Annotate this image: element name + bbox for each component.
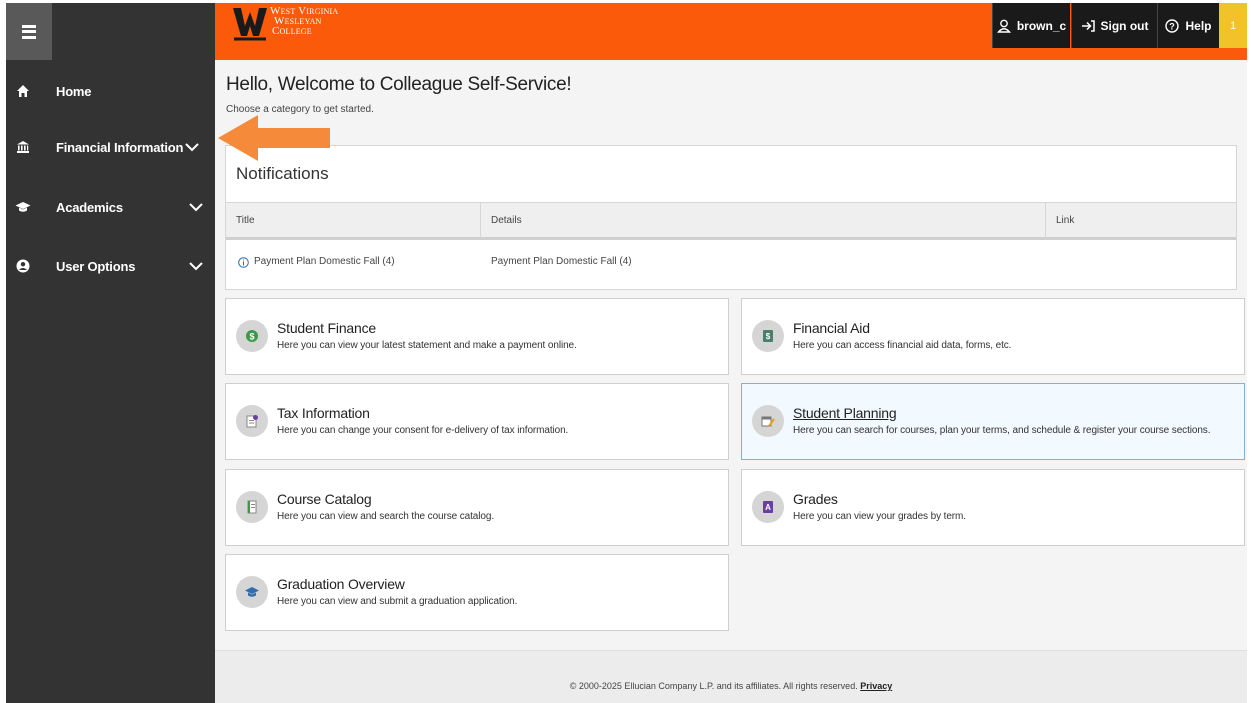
help-button[interactable]: ? Help bbox=[1157, 3, 1219, 48]
financial-aid-icon: $ bbox=[752, 320, 784, 352]
user-outline-icon bbox=[996, 19, 1011, 33]
notification-badge[interactable]: 1 bbox=[1219, 3, 1247, 48]
card-title[interactable]: Student Planning bbox=[793, 405, 897, 421]
user-icon bbox=[15, 258, 31, 274]
card-title: Grades bbox=[793, 491, 838, 507]
card-title: Student Finance bbox=[277, 320, 376, 336]
card-description: Here you can view your latest statement … bbox=[277, 340, 577, 351]
notifications-table-header: Title Details Link bbox=[226, 202, 1236, 240]
notifications-title: Notifications bbox=[236, 164, 329, 183]
column-header-details: Details bbox=[491, 215, 522, 226]
user-menu-button[interactable]: brown_c bbox=[992, 3, 1070, 48]
planning-icon bbox=[752, 405, 784, 437]
college-logo[interactable]: West Virginia Wesleyan College bbox=[232, 6, 338, 52]
help-icon: ? bbox=[1165, 18, 1180, 33]
privacy-link[interactable]: Privacy bbox=[860, 681, 892, 691]
main-content: Hello, Welcome to Colleague Self-Service… bbox=[215, 60, 1247, 703]
sidebar-header bbox=[52, 3, 215, 60]
annotation-arrow-icon bbox=[218, 115, 330, 161]
card-course-catalog[interactable]: Course Catalog Here you can view and sea… bbox=[225, 469, 729, 546]
copyright-text: © 2000-2025 Ellucian Company L.P. and it… bbox=[569, 681, 858, 691]
graduation-cap-icon bbox=[15, 199, 31, 215]
bank-icon bbox=[15, 139, 31, 155]
chevron-down-icon bbox=[189, 203, 203, 212]
money-icon: $ bbox=[236, 320, 268, 352]
svg-text:$: $ bbox=[249, 332, 254, 342]
menu-toggle-button[interactable] bbox=[6, 3, 52, 60]
sign-out-button[interactable]: Sign out bbox=[1071, 3, 1157, 48]
column-header-title: Title bbox=[236, 215, 255, 226]
info-icon bbox=[238, 257, 249, 268]
footer-text: © 2000-2025 Ellucian Company L.P. and it… bbox=[215, 681, 1247, 691]
sign-out-label: Sign out bbox=[1100, 18, 1149, 33]
notification-title-cell[interactable]: Payment Plan Domestic Fall (4) bbox=[254, 256, 395, 267]
notifications-panel: Notifications Title Details Link Payment… bbox=[225, 145, 1237, 290]
card-description: Here you can view your grades by term. bbox=[793, 511, 966, 522]
card-description: Here you can access financial aid data, … bbox=[793, 340, 1012, 351]
user-label: brown_c bbox=[1016, 18, 1067, 33]
sidebar-item-user-options[interactable]: User Options bbox=[6, 246, 215, 286]
sidebar-item-label: Academics bbox=[56, 199, 123, 215]
help-label: Help bbox=[1185, 18, 1212, 33]
app-frame: Home Financial Information Academics Use… bbox=[6, 3, 1247, 703]
graduation-icon bbox=[236, 576, 268, 608]
sidebar-item-label: User Options bbox=[56, 258, 136, 274]
catalog-book-icon bbox=[236, 491, 268, 523]
card-tax-information[interactable]: Tax Information Here you can change your… bbox=[225, 383, 729, 460]
column-header-link: Link bbox=[1056, 215, 1075, 226]
grades-icon: A bbox=[752, 491, 784, 523]
card-title: Graduation Overview bbox=[277, 576, 405, 592]
card-description: Here you can view and submit a graduatio… bbox=[277, 596, 518, 607]
svg-text:$: $ bbox=[766, 332, 771, 341]
wvwc-logo-icon bbox=[233, 8, 267, 41]
card-financial-aid[interactable]: $ Financial Aid Here you can access fina… bbox=[741, 298, 1245, 375]
card-title: Tax Information bbox=[277, 405, 370, 421]
card-student-finance[interactable]: $ Student Finance Here you can view your… bbox=[225, 298, 729, 375]
card-description: Here you can search for courses, plan yo… bbox=[793, 425, 1211, 436]
card-student-planning[interactable]: Student Planning Here you can search for… bbox=[741, 383, 1245, 460]
chevron-down-icon bbox=[189, 262, 203, 271]
card-description: Here you can view and search the course … bbox=[277, 511, 494, 522]
sidebar-item-label: Home bbox=[56, 83, 92, 99]
sidebar-item-home[interactable]: Home bbox=[6, 71, 215, 111]
card-title: Course Catalog bbox=[277, 491, 372, 507]
home-icon bbox=[15, 83, 31, 99]
chevron-down-icon bbox=[185, 143, 199, 152]
card-graduation-overview[interactable]: Graduation Overview Here you can view an… bbox=[225, 554, 729, 631]
top-bar: West Virginia Wesleyan College brown_c S… bbox=[215, 3, 1247, 60]
sidebar-item-label: Financial Information bbox=[56, 139, 184, 155]
card-grades[interactable]: A Grades Here you can view your grades b… bbox=[741, 469, 1245, 546]
tax-document-icon bbox=[236, 405, 268, 437]
svg-text:A: A bbox=[765, 503, 771, 512]
sidebar-item-academics[interactable]: Academics bbox=[6, 187, 215, 227]
footer: © 2000-2025 Ellucian Company L.P. and it… bbox=[215, 650, 1247, 703]
sidebar: Home Financial Information Academics Use… bbox=[6, 3, 215, 703]
notification-details-cell: Payment Plan Domestic Fall (4) bbox=[491, 256, 632, 267]
svg-text:?: ? bbox=[1170, 21, 1176, 31]
table-row[interactable]: Payment Plan Domestic Fall (4) Payment P… bbox=[226, 248, 1236, 278]
sign-out-icon bbox=[1081, 19, 1095, 32]
page-title: Hello, Welcome to Colleague Self-Service… bbox=[226, 74, 572, 95]
logo-text: West Virginia Wesleyan College bbox=[270, 5, 339, 37]
card-description: Here you can change your consent for e-d… bbox=[277, 425, 569, 436]
card-title: Financial Aid bbox=[793, 320, 870, 336]
hamburger-icon bbox=[22, 24, 36, 39]
sidebar-item-financial-information[interactable]: Financial Information bbox=[6, 127, 215, 167]
